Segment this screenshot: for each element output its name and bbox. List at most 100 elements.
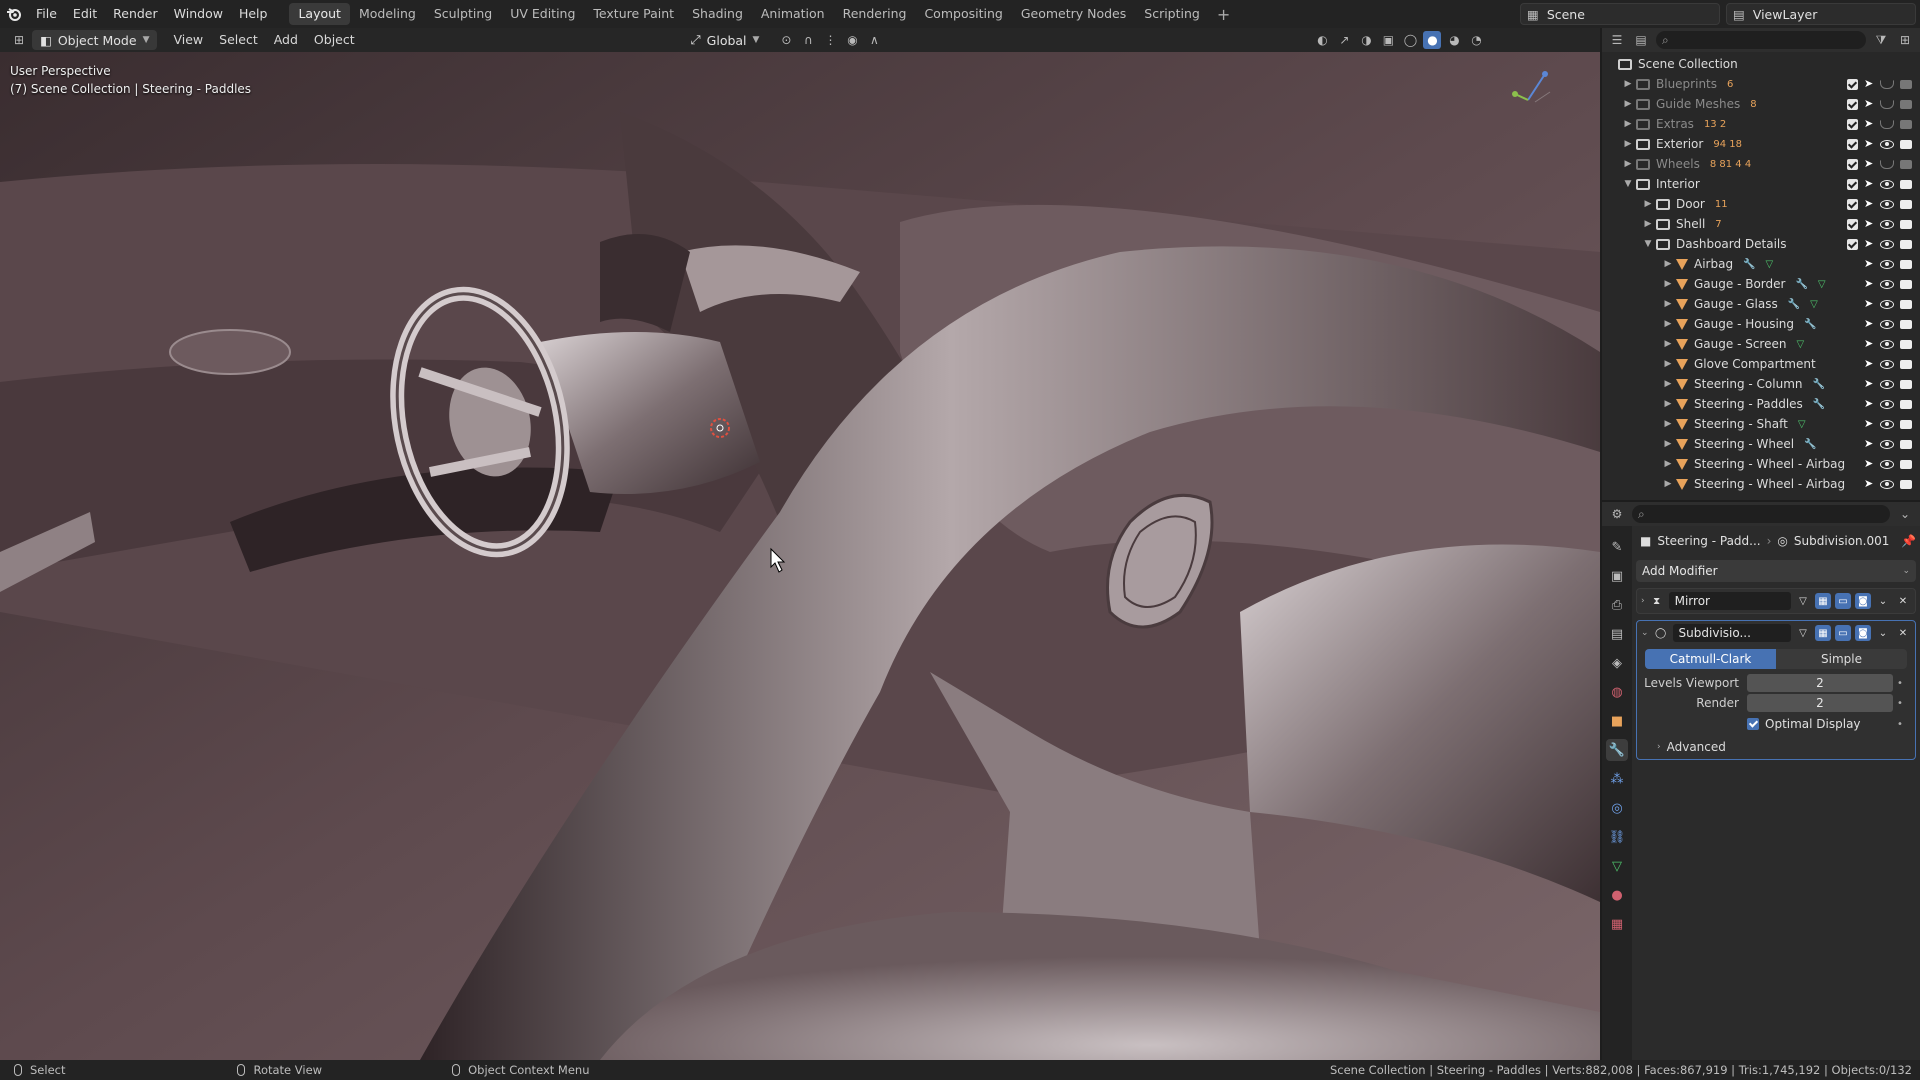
outliner-row-exterior[interactable]: ▶ Exterior 94 18 ➤ [1602, 134, 1920, 154]
tab-sculpting[interactable]: Sculpting [425, 3, 501, 25]
cage-toggle-icon[interactable]: ▦ [1815, 593, 1831, 609]
outliner-row-door[interactable]: ▶ Door 11 ➤ [1602, 194, 1920, 214]
expand-arrow-icon[interactable]: › [1641, 596, 1645, 606]
eye-icon[interactable] [1880, 239, 1894, 249]
select-toggle-icon[interactable]: ➤ [1864, 198, 1874, 210]
exclude-checkbox[interactable] [1847, 178, 1858, 190]
exclude-checkbox[interactable] [1847, 138, 1858, 150]
outliner-row-gauge-housing[interactable]: ▶ Gauge - Housing 🔧 ➤ [1602, 314, 1920, 334]
eye-icon[interactable] [1880, 139, 1894, 149]
select-toggle-icon[interactable]: ➤ [1864, 178, 1874, 190]
view-layer-selector[interactable]: ▤ ViewLayer [1726, 3, 1916, 25]
object-tab-icon[interactable]: ■ [1606, 710, 1628, 732]
edit-mode-toggle-icon[interactable]: ▽ [1795, 625, 1811, 641]
scene-collection-row[interactable]: Scene Collection [1602, 54, 1920, 74]
select-toggle-icon[interactable]: ➤ [1864, 158, 1874, 170]
expand-arrow-icon[interactable]: ▶ [1662, 379, 1674, 389]
eye-icon[interactable] [1880, 119, 1894, 129]
chevron-down-icon[interactable]: ⌄ [1896, 505, 1914, 523]
select-toggle-icon[interactable]: ➤ [1864, 438, 1874, 450]
eye-icon[interactable] [1880, 379, 1894, 389]
tab-shading[interactable]: Shading [683, 3, 752, 25]
exclude-checkbox[interactable] [1847, 198, 1858, 210]
eye-icon[interactable] [1880, 279, 1894, 289]
expand-arrow-icon[interactable]: ▶ [1622, 139, 1634, 149]
tab-uv-editing[interactable]: UV Editing [501, 3, 584, 25]
select-toggle-icon[interactable]: ➤ [1864, 98, 1874, 110]
outliner-row-guide-meshes[interactable]: ▶ Guide Meshes 8 ➤ [1602, 94, 1920, 114]
expand-arrow-icon[interactable]: ▶ [1642, 199, 1654, 209]
render-toggle-icon[interactable] [1900, 79, 1912, 89]
new-collection-icon[interactable]: ⊞ [1896, 31, 1914, 49]
tab-compositing[interactable]: Compositing [915, 3, 1011, 25]
outliner-row-shell[interactable]: ▶ Shell 7 ➤ [1602, 214, 1920, 234]
output-tab-icon[interactable]: ⎙ [1606, 594, 1628, 616]
eye-icon[interactable] [1880, 479, 1894, 489]
render-toggle-icon[interactable]: ◙ [1855, 593, 1871, 609]
chevron-down-icon[interactable]: ⌄ [1875, 593, 1891, 609]
outliner-row-steering-paddles[interactable]: ▶ Steering - Paddles 🔧 ➤ [1602, 394, 1920, 414]
material-tab-icon[interactable]: ● [1606, 884, 1628, 906]
data-tab-icon[interactable]: ▽ [1606, 855, 1628, 877]
expand-arrow-icon[interactable]: ▶ [1662, 399, 1674, 409]
editor-type-icon[interactable]: ⊞ [10, 31, 28, 49]
outliner-row-airbag[interactable]: ▶ Airbag 🔧 ▽ ➤ [1602, 254, 1920, 274]
eye-icon[interactable] [1880, 79, 1894, 89]
edit-mode-toggle-icon[interactable]: ▽ [1795, 593, 1811, 609]
display-mode-icon[interactable]: ▤ [1632, 31, 1650, 49]
world-tab-icon[interactable]: ◍ [1606, 681, 1628, 703]
outliner-row-gauge-glass[interactable]: ▶ Gauge - Glass 🔧 ▽ ➤ [1602, 294, 1920, 314]
add-modifier-dropdown[interactable]: Add Modifier ⌄ [1636, 560, 1916, 582]
select-toggle-icon[interactable]: ➤ [1864, 478, 1874, 490]
outliner-row-steering-shaft[interactable]: ▶ Steering - Shaft ▽ ➤ [1602, 414, 1920, 434]
select-toggle-icon[interactable]: ➤ [1864, 138, 1874, 150]
select-toggle-icon[interactable]: ➤ [1864, 418, 1874, 430]
simple-button[interactable]: Simple [1776, 649, 1907, 669]
render-toggle-icon[interactable] [1900, 379, 1912, 389]
particles-tab-icon[interactable]: ⁂ [1606, 768, 1628, 790]
expand-arrow-icon[interactable]: ▶ [1662, 439, 1674, 449]
scene-tab-icon[interactable]: ◈ [1606, 652, 1628, 674]
collapse-arrow-icon[interactable]: ▼ [1622, 179, 1634, 189]
eye-icon[interactable] [1880, 259, 1894, 269]
render-toggle-icon[interactable] [1900, 199, 1912, 209]
eye-icon[interactable] [1880, 339, 1894, 349]
viewport-toggle-icon[interactable]: ▭ [1835, 625, 1851, 641]
expand-arrow-icon[interactable]: ▶ [1662, 299, 1674, 309]
subdivision-modifier-name-field[interactable]: Subdivisio... [1672, 624, 1791, 642]
expand-arrow-icon[interactable]: ▶ [1662, 259, 1674, 269]
solid-shading-icon[interactable]: ● [1423, 31, 1442, 49]
eye-icon[interactable] [1880, 219, 1894, 229]
viewport-toggle-icon[interactable]: ▭ [1835, 593, 1851, 609]
tab-geometry-nodes[interactable]: Geometry Nodes [1012, 3, 1135, 25]
select-toggle-icon[interactable]: ➤ [1864, 298, 1874, 310]
render-toggle-icon[interactable] [1900, 179, 1912, 189]
select-toggle-icon[interactable]: ➤ [1864, 358, 1874, 370]
render-levels-field[interactable]: 2 [1747, 694, 1893, 712]
eye-icon[interactable] [1880, 419, 1894, 429]
select-toggle-icon[interactable]: ➤ [1864, 218, 1874, 230]
properties-search-input[interactable]: ⌕ [1632, 505, 1890, 523]
tab-modeling[interactable]: Modeling [350, 3, 425, 25]
close-icon[interactable]: ✕ [1895, 593, 1911, 609]
menu-window[interactable]: Window [166, 0, 231, 28]
modifier-tab-icon[interactable]: 🔧 [1606, 739, 1628, 761]
eye-icon[interactable] [1880, 459, 1894, 469]
render-toggle-icon[interactable] [1900, 319, 1912, 329]
expand-arrow-icon[interactable]: ▶ [1622, 99, 1634, 109]
menu-help[interactable]: Help [231, 0, 276, 28]
pin-icon[interactable]: 📌 [1901, 534, 1916, 548]
keyframe-dot-icon[interactable]: • [1893, 678, 1907, 689]
tab-texture-paint[interactable]: Texture Paint [584, 3, 683, 25]
chevron-down-icon[interactable]: ⌄ [1875, 625, 1891, 641]
keyframe-dot-icon[interactable]: • [1893, 719, 1907, 730]
outliner-search-input[interactable]: ⌕ [1656, 31, 1866, 49]
expand-arrow-icon[interactable]: ▶ [1622, 79, 1634, 89]
outliner-row-dashboard-details[interactable]: ▼ Dashboard Details ➤ [1602, 234, 1920, 254]
constraints-tab-icon[interactable]: ⛓ [1606, 826, 1628, 848]
render-toggle-icon[interactable]: ◙ [1855, 625, 1871, 641]
tool-tab-icon[interactable]: ✎ [1606, 536, 1628, 558]
select-toggle-icon[interactable]: ➤ [1864, 78, 1874, 90]
outliner-row-blueprints[interactable]: ▶ Blueprints 6 ➤ [1602, 74, 1920, 94]
render-toggle-icon[interactable] [1900, 339, 1912, 349]
